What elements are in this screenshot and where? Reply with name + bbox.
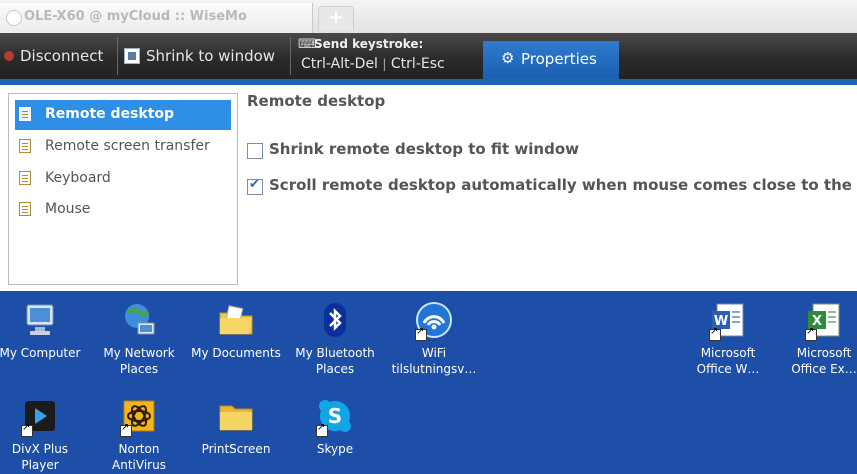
send-keystroke-label: Send keystroke: xyxy=(314,37,424,51)
desktop-icon-label: Norton AntiVirus xyxy=(112,442,166,472)
shrink-to-fit-label: Shrink remote desktop to fit window xyxy=(269,140,580,158)
document-icon xyxy=(19,139,31,153)
documents-folder-icon xyxy=(217,301,255,339)
desktop-icon-label: WiFi tilslutningsv… xyxy=(391,346,477,376)
toolbar-divider xyxy=(290,37,291,75)
document-icon xyxy=(19,107,31,121)
desktop-icon-label: DivX Plus Player xyxy=(11,442,69,472)
desktop-icon-microsoft-office-excel[interactable]: X Microsoft Office Ex… xyxy=(776,301,857,377)
shortcut-arrow-icon xyxy=(709,326,721,341)
desktop-icon-microsoft-office-word[interactable]: W Microsoft Office W… xyxy=(680,301,776,377)
auto-scroll-label: Scroll remote desktop automatically when… xyxy=(269,176,857,194)
desktop-icon-label: My Computer xyxy=(0,346,81,360)
section-title: Remote desktop xyxy=(247,92,386,110)
site-favicon-icon xyxy=(6,10,22,26)
desktop-icon-label: Skype xyxy=(316,442,354,456)
desktop-icon-my-computer[interactable]: My Computer xyxy=(0,301,88,361)
network-places-icon xyxy=(120,301,158,339)
norton-icon xyxy=(120,397,158,437)
computer-icon xyxy=(21,301,59,339)
nav-item-keyboard[interactable]: Keyboard xyxy=(15,164,231,194)
bluetooth-icon xyxy=(316,301,354,339)
desktop-icon-label: My Documents xyxy=(191,346,281,360)
ctrl-esc-button[interactable]: Ctrl-Esc xyxy=(391,56,445,72)
shortcut-arrow-icon xyxy=(415,326,427,341)
desktop-icon-norton-antivirus[interactable]: Norton AntiVirus xyxy=(91,397,187,473)
shortcut-arrow-icon xyxy=(805,326,817,341)
divx-icon xyxy=(21,397,59,437)
desktop-icon-skype[interactable]: S Skype xyxy=(287,397,383,457)
keystroke-separator: | xyxy=(382,57,387,71)
nav-item-label: Remote desktop xyxy=(45,106,175,122)
nav-item-label: Mouse xyxy=(45,201,91,217)
remote-desktop-view[interactable]: My Computer My Network Places My Documen… xyxy=(0,291,857,474)
excel-icon: X xyxy=(805,301,843,341)
nav-item-remote-screen-transfer[interactable]: Remote screen transfer xyxy=(15,132,231,162)
keystroke-options: Ctrl-Alt-Del | Ctrl-Esc xyxy=(301,56,445,72)
shortcut-arrow-icon xyxy=(316,422,328,437)
nav-item-label: Keyboard xyxy=(45,170,111,186)
disconnect-button[interactable]: Disconnect xyxy=(0,33,116,79)
desktop-icon-label: Microsoft Office Ex… xyxy=(791,346,857,376)
shortcut-arrow-icon xyxy=(120,422,132,437)
remote-toolbar: Disconnect Shrink to window ⌨ Send keyst… xyxy=(0,33,857,79)
shrink-to-window-button[interactable]: Shrink to window xyxy=(118,33,288,79)
nav-item-remote-desktop[interactable]: Remote desktop xyxy=(15,100,231,130)
auto-scroll-checkbox[interactable] xyxy=(247,177,263,195)
desktop-icon-label: My Network Places xyxy=(103,346,175,376)
desktop-icon-label: PrintScreen xyxy=(201,442,271,456)
properties-tab[interactable]: ⚙ Properties xyxy=(483,41,619,79)
new-tab-button[interactable]: + xyxy=(318,6,354,31)
send-keystroke-group: ⌨ Send keystroke: Ctrl-Alt-Del | Ctrl-Es… xyxy=(292,33,476,79)
document-icon xyxy=(19,171,31,185)
properties-nav: Remote desktop Remote screen transfer Ke… xyxy=(8,93,238,285)
browser-tab-title: OLE-X60 @ myCloud :: WiseMo xyxy=(24,9,247,24)
folder-icon xyxy=(217,397,255,435)
nav-item-mouse[interactable]: Mouse xyxy=(15,195,231,225)
properties-label: Properties xyxy=(521,50,597,68)
word-icon: W xyxy=(709,301,747,341)
disconnect-label: Disconnect xyxy=(20,47,104,65)
shortcut-arrow-icon xyxy=(21,422,33,437)
document-icon xyxy=(19,202,31,216)
shrink-to-window-label: Shrink to window xyxy=(146,47,276,65)
desktop-icon-divx-plus-player[interactable]: DivX Plus Player xyxy=(0,397,88,473)
disconnect-icon xyxy=(4,51,14,61)
skype-icon: S xyxy=(316,397,354,437)
desktop-icon-wifi[interactable]: WiFi tilslutningsv… xyxy=(386,301,482,377)
desktop-icon-label: Microsoft Office W… xyxy=(696,346,760,376)
wifi-icon xyxy=(415,301,453,341)
svg-text:S: S xyxy=(328,404,342,428)
browser-tab-strip: OLE-X60 @ myCloud :: WiseMo + xyxy=(0,0,857,33)
gear-icon: ⚙ xyxy=(501,49,515,67)
desktop-icon-label: My Bluetooth Places xyxy=(295,346,375,376)
shrink-to-fit-checkbox[interactable] xyxy=(247,143,263,159)
desktop-icon-my-documents[interactable]: My Documents xyxy=(188,301,284,361)
browser-tab[interactable]: OLE-X60 @ myCloud :: WiseMo xyxy=(0,3,313,33)
desktop-icon-my-bluetooth-places[interactable]: My Bluetooth Places xyxy=(287,301,383,377)
desktop-icon-my-network-places[interactable]: My Network Places xyxy=(91,301,187,377)
nav-item-label: Remote screen transfer xyxy=(45,138,210,154)
shrink-window-icon xyxy=(124,48,140,64)
properties-panel: Remote desktop Remote screen transfer Ke… xyxy=(0,85,857,291)
ctrl-alt-del-button[interactable]: Ctrl-Alt-Del xyxy=(301,56,378,72)
desktop-icon-printscreen[interactable]: PrintScreen xyxy=(188,397,284,457)
